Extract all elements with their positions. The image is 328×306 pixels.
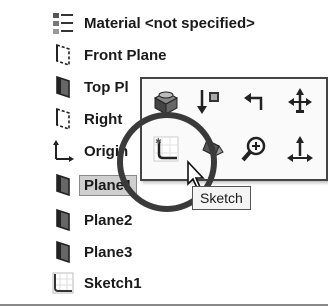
plane-icon — [48, 74, 78, 100]
zoom-to-selection-button[interactable] — [234, 131, 274, 171]
tree-item-sketch1[interactable]: Sketch1 — [48, 268, 318, 298]
undo-button[interactable] — [234, 83, 274, 123]
tree-item-label: Front Plane — [84, 46, 167, 64]
tree-item-label: Plane2 — [84, 211, 133, 229]
plane-icon — [48, 172, 78, 198]
triad-icon — [285, 134, 315, 169]
zoom-to-selection-icon — [239, 134, 269, 169]
plane-icon — [48, 207, 78, 233]
material-icon — [48, 10, 78, 36]
normal-to-icon — [193, 86, 223, 121]
tree-item-plane3[interactable]: Plane3 — [48, 237, 318, 267]
sketch-icon — [48, 270, 78, 296]
tree-item-label: Right — [84, 110, 123, 128]
tree-item-label: Top Pl — [84, 78, 129, 96]
tree-item-front-plane[interactable]: Front Plane — [48, 40, 318, 70]
plane-icon — [48, 42, 78, 68]
origin-icon — [48, 138, 78, 164]
tree-item-label: Material <not specified> — [84, 14, 255, 32]
normal-to-button[interactable] — [188, 83, 228, 123]
tree-item-label: Plane3 — [84, 243, 133, 261]
undo-arrow-icon — [239, 86, 269, 121]
tooltip: Sketch — [192, 186, 251, 210]
move-triad-button[interactable] — [280, 83, 320, 123]
tree-item-plane2[interactable]: Plane2 — [48, 205, 318, 235]
move-triad-icon — [285, 86, 315, 121]
tree-item-material[interactable]: Material <not specified> — [48, 8, 318, 38]
plane-icon — [48, 239, 78, 265]
triad-button[interactable] — [280, 131, 320, 171]
tree-item-label: Sketch1 — [84, 274, 142, 292]
plane-icon — [48, 106, 78, 132]
